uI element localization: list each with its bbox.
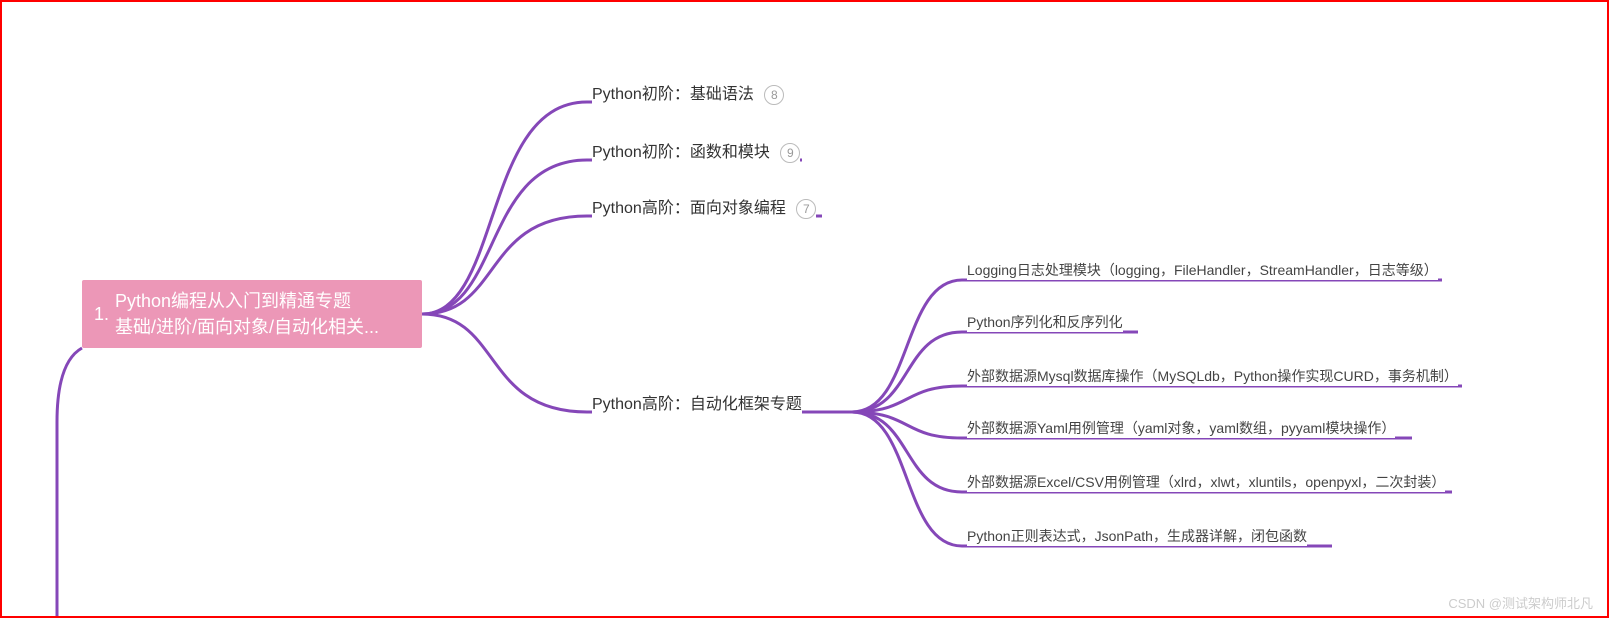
root-line1: Python编程从入门到精通专题: [115, 291, 351, 311]
mindmap-frame: 1. Python编程从入门到精通专题 基础/进阶/面向对象/自动化相关... …: [0, 0, 1609, 618]
root-line2: 基础/进阶/面向对象/自动化相关...: [115, 317, 379, 337]
branch-label: Python高阶：自动化框架专题: [592, 396, 802, 413]
leaf-mysql[interactable]: 外部数据源Mysql数据库操作（MySQLdb，Python操作实现CURD，事…: [967, 366, 1458, 386]
count-badge: 7: [796, 199, 816, 219]
branch-automation[interactable]: Python高阶：自动化框架专题: [592, 390, 802, 414]
leaf-logging[interactable]: Logging日志处理模块（logging，FileHandler，Stream…: [967, 260, 1438, 280]
branch-label: Python高阶：面向对象编程: [592, 200, 786, 217]
leaf-yaml[interactable]: 外部数据源Yaml用例管理（yaml对象，yaml数组，pyyaml模块操作）: [967, 418, 1395, 438]
branch-oop[interactable]: Python高阶：面向对象编程 7: [592, 194, 816, 219]
count-badge: 8: [764, 85, 784, 105]
branch-label: Python初阶：基础语法: [592, 86, 754, 103]
branch-label: Python初阶：函数和模块: [592, 144, 770, 161]
count-badge: 9: [780, 143, 800, 163]
root-text: Python编程从入门到精通专题 基础/进阶/面向对象/自动化相关...: [115, 288, 379, 340]
watermark: CSDN @测试架构师北凡: [1448, 593, 1593, 612]
branch-basic-syntax[interactable]: Python初阶：基础语法 8: [592, 80, 784, 105]
root-number: 1.: [94, 301, 109, 327]
leaf-regex[interactable]: Python正则表达式，JsonPath，生成器详解，闭包函数: [967, 526, 1307, 546]
leaf-serialization[interactable]: Python序列化和反序列化: [967, 312, 1123, 332]
root-node[interactable]: 1. Python编程从入门到精通专题 基础/进阶/面向对象/自动化相关...: [82, 280, 422, 348]
branch-functions-modules[interactable]: Python初阶：函数和模块 9: [592, 138, 800, 163]
leaf-excel-csv[interactable]: 外部数据源Excel/CSV用例管理（xlrd，xlwt，xluntils，op…: [967, 472, 1445, 492]
